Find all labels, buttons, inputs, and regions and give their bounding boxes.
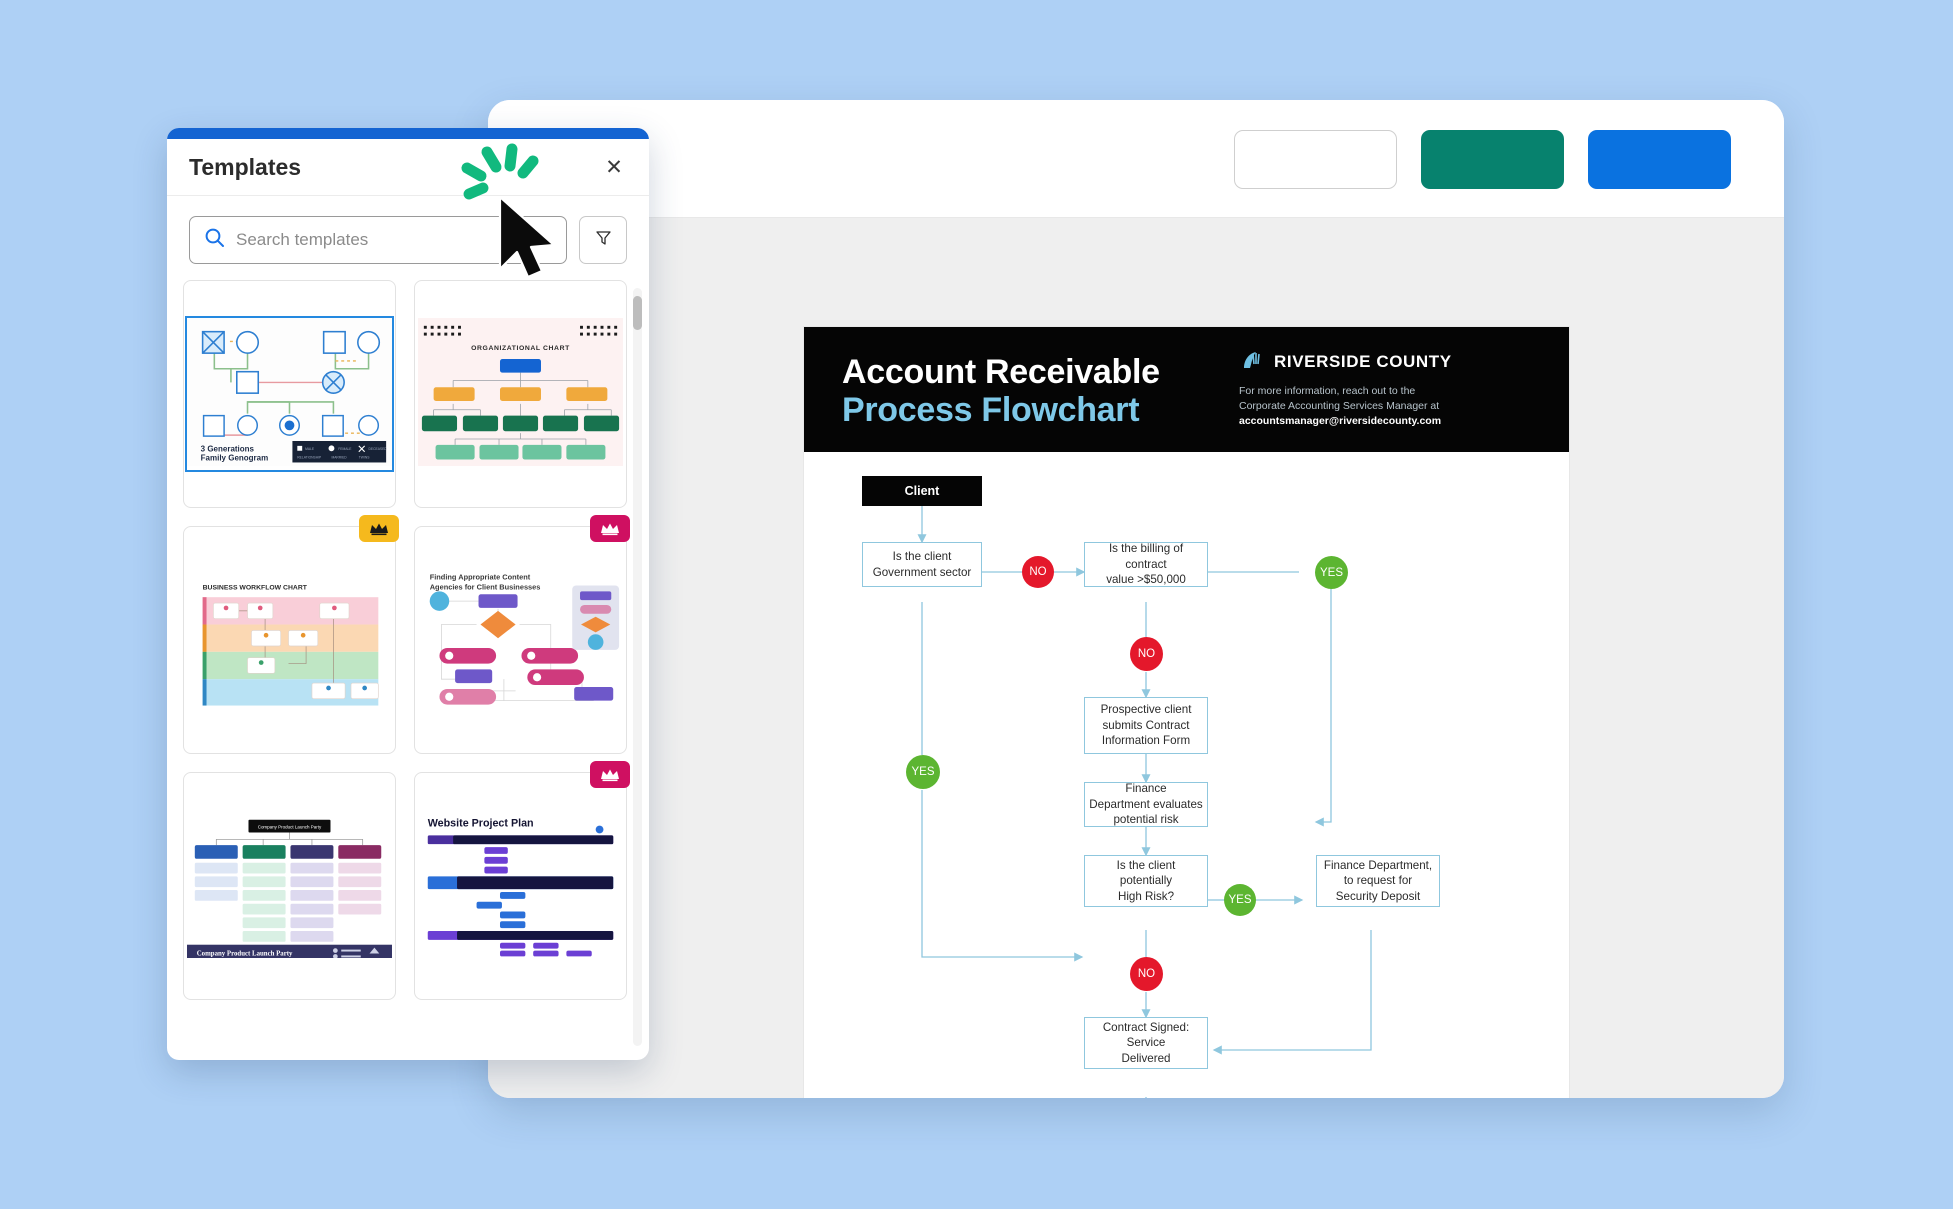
thumb-title-agencies-1: Finding Appropriate Content (430, 573, 531, 582)
template-card-orgchart[interactable]: ORGANIZATIONAL CHART (414, 280, 627, 508)
template-thumb-genogram: 3 Generations Family Genogram MALE FEMALE… (185, 316, 394, 472)
brand-name: RIVERSIDE COUNTY (1274, 352, 1452, 371)
crown-icon (590, 515, 630, 542)
thumb-title-projectplan: Website Project Plan (428, 818, 534, 830)
document-header: Account Receivable Process Flowchart RIV… (804, 327, 1569, 452)
flow-label-yes-government: YES (906, 755, 940, 789)
crown-icon (359, 515, 399, 542)
svg-text:MALE: MALE (305, 447, 315, 451)
templates-grid: 3 Generations Family Genogram MALE FEMALE… (183, 280, 630, 1060)
template-thumb-launch: Company Product Launch Party Company Pro… (187, 810, 392, 962)
svg-text:DECEASED: DECEASED (369, 447, 388, 451)
flow-node-billing-value[interactable]: Is the billing of contract value >$50,00… (1084, 542, 1208, 587)
template-thumb-orgchart: ORGANIZATIONAL CHART (418, 318, 623, 470)
flowchart-body: Client Is the client Government sector I… (804, 452, 1569, 1098)
panel-title: Templates (189, 153, 302, 180)
flow-label-no-government: NO (1022, 556, 1054, 588)
toolbar-teal-button[interactable] (1421, 130, 1564, 189)
panel-accent-bar (167, 128, 649, 139)
template-card-genogram[interactable]: 3 Generations Family Genogram MALE FEMALE… (183, 280, 396, 508)
filter-button[interactable] (579, 216, 627, 264)
flow-node-contract-information-form[interactable]: Prospective client submits Contract Info… (1084, 697, 1208, 754)
thumb-title-workflow: BUSINESS WORKFLOW CHART (203, 584, 308, 591)
brand-note-line2: Corporate Accounting Services Manager at (1239, 399, 1440, 412)
filter-icon (594, 228, 613, 252)
thumb-title-orgchart: ORGANIZATIONAL CHART (471, 345, 570, 352)
svg-text:MARRIED: MARRIED (331, 456, 347, 460)
toolbar-ghost-button[interactable] (1234, 130, 1397, 189)
template-thumb-agencies: Finding Appropriate Content Agencies for… (418, 564, 623, 716)
toolbar-blue-button[interactable] (1588, 130, 1731, 189)
editor-canvas[interactable]: Account Receivable Process Flowchart RIV… (488, 218, 1784, 1098)
template-thumb-workflow: BUSINESS WORKFLOW CHART (187, 564, 392, 716)
svg-text:Company Product Launch Party: Company Product Launch Party (258, 825, 322, 830)
svg-text:RELATIONSHIP: RELATIONSHIP (297, 456, 322, 460)
search-icon (204, 227, 225, 253)
flowchart-document[interactable]: Account Receivable Process Flowchart RIV… (804, 327, 1569, 1098)
brand-block: RIVERSIDE COUNTY For more information, r… (1239, 349, 1539, 429)
crown-icon (590, 761, 630, 788)
brand-email: accountsmanager@riversidecounty.com (1239, 414, 1442, 427)
template-thumb-projectplan: Website Project Plan (418, 810, 623, 962)
flow-node-government-sector[interactable]: Is the client Government sector (862, 542, 982, 587)
brand-note: For more information, reach out to the C… (1239, 384, 1539, 429)
app-window: Account Receivable Process Flowchart RIV… (488, 100, 1784, 1098)
templates-scrollbar[interactable] (633, 288, 642, 1046)
flow-label-yes-billing: YES (1315, 556, 1348, 589)
flow-node-client[interactable]: Client (862, 476, 982, 506)
flow-node-risk-evaluation[interactable]: Finance Department evaluates potential r… (1084, 782, 1208, 827)
screen-root: Account Receivable Process Flowchart RIV… (0, 0, 1953, 1209)
flow-label-no-high-risk: NO (1130, 957, 1163, 991)
templates-scrollbar-thumb[interactable] (633, 296, 642, 330)
thumb-title-genogram-2: Family Genogram (201, 454, 269, 463)
close-icon[interactable]: ✕ (601, 154, 627, 180)
template-card-workflow[interactable]: BUSINESS WORKFLOW CHART (183, 515, 399, 754)
riverside-logo-icon (1239, 349, 1265, 375)
flow-node-security-deposit[interactable]: Finance Department, to request for Secur… (1316, 855, 1440, 907)
svg-text:FEMALE: FEMALE (338, 447, 352, 451)
thumb-title-launch: Company Product Launch Party (197, 950, 293, 957)
app-toolbar (488, 100, 1784, 218)
mouse-cursor-icon (497, 195, 559, 286)
flow-label-yes-high-risk: YES (1224, 884, 1256, 916)
thumb-title-agencies-2: Agencies for Client Businesses (430, 582, 541, 591)
templates-panel: Templates ✕ Search templates 3 Generatio… (167, 128, 649, 1060)
template-card-launch[interactable]: Company Product Launch Party Company Pro… (183, 772, 396, 1000)
templates-panel-header: Templates ✕ (167, 139, 649, 196)
flow-node-contract-signed[interactable]: Contract Signed: Service Delivered (1084, 1017, 1208, 1069)
thumb-title-genogram-1: 3 Generations (201, 445, 255, 454)
template-card-projectplan[interactable]: Website Project Plan (414, 761, 630, 1000)
templates-search-row (189, 216, 627, 264)
flow-label-no-billing: NO (1130, 637, 1163, 671)
flow-node-high-risk-question[interactable]: Is the client potentially High Risk? (1084, 855, 1208, 907)
template-card-agencies[interactable]: Finding Appropriate Content Agencies for… (414, 515, 630, 754)
svg-text:TWINS: TWINS (359, 456, 370, 460)
brand-note-line1: For more information, reach out to the (1239, 385, 1416, 397)
